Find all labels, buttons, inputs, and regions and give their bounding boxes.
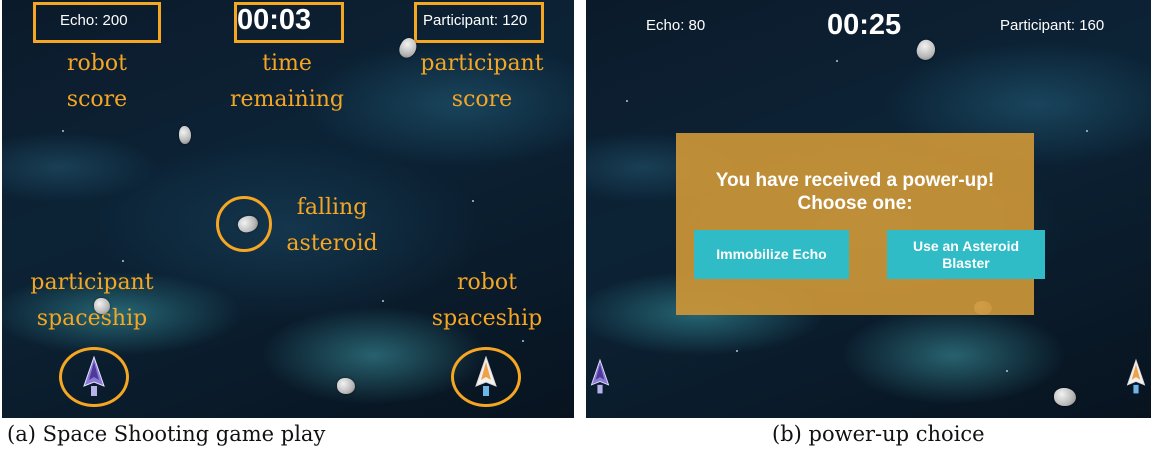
participant-score: Participant: 120 <box>423 12 528 29</box>
asteroid <box>337 378 355 394</box>
participant-score: Participant: 160 <box>1000 17 1105 34</box>
caption-b: (b) power-up choice <box>772 422 985 446</box>
robot-spaceship-annotation: robot spaceship <box>431 270 543 331</box>
asteroid-blaster-button[interactable]: Use an Asteroid Blaster <box>887 230 1045 279</box>
caption-a: (a) Space Shooting game play <box>7 422 326 446</box>
asteroid <box>179 126 191 144</box>
robot-score: Echo: 80 <box>646 17 706 34</box>
robot-spaceship-icon <box>475 356 497 396</box>
asteroid <box>1054 388 1076 406</box>
timer: 00:25 <box>827 9 902 41</box>
robot-spaceship-icon <box>1126 358 1146 394</box>
time-remaining-annotation: time remaining <box>229 51 344 112</box>
immobilize-echo-button[interactable]: Immobilize Echo <box>694 230 849 279</box>
participant-spaceship-annotation: participant spaceship <box>30 270 154 331</box>
participant-score-annotation: participant score <box>420 51 544 112</box>
falling-asteroid-annotation: falling asteroid <box>286 195 378 256</box>
robot-score-annotation: robot score <box>66 51 128 112</box>
power-up-message: You have received a power-up! Choose one… <box>715 170 995 214</box>
falling-asteroid-ring <box>216 196 272 252</box>
asteroid <box>94 298 110 314</box>
robot-score: Echo: 200 <box>60 12 128 29</box>
gameplay-panel: Echo: 200 00:03 Participant: 120 robot s… <box>2 0 574 418</box>
participant-spaceship-icon <box>83 356 105 396</box>
power-up-panel: Echo: 80 00:25 Participant: 160 You have… <box>586 0 1151 418</box>
power-up-dialog: You have received a power-up! Choose one… <box>676 133 1045 315</box>
timer: 00:03 <box>237 4 312 36</box>
participant-spaceship-icon <box>590 358 610 394</box>
